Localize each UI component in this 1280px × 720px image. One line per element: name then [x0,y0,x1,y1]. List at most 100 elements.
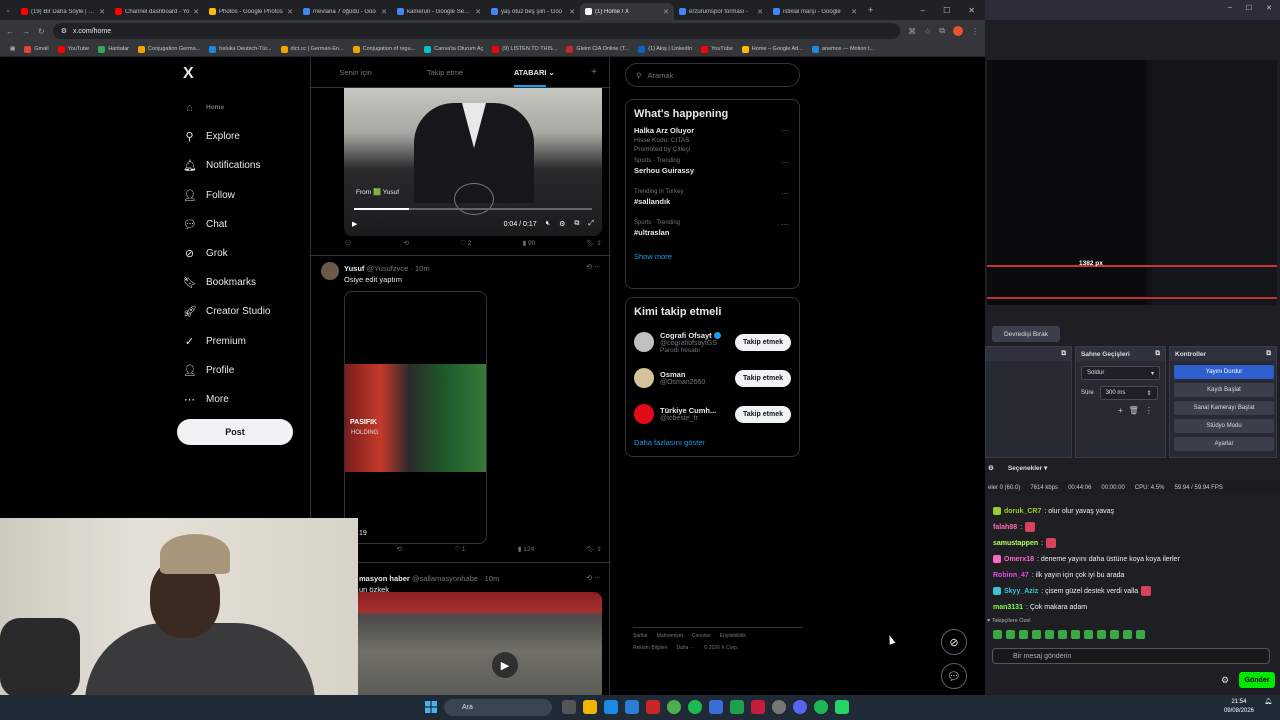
chrome-icon[interactable] [667,700,681,714]
mail-icon[interactable] [625,700,639,714]
chat-username[interactable]: samustappen [993,540,1038,547]
dock-menu-icon[interactable]: ⧉ [1061,350,1066,358]
post-button[interactable]: Post [177,419,293,445]
follow-suggestion[interactable]: Türkiye Cumh... @tcbeste_fr Takip etmek [634,396,791,432]
footer-link[interactable]: Şartlar [633,633,648,639]
chat-message[interactable]: Robinn_47: ilk yayın için çok iyi bu ara… [985,567,1275,583]
taskbar-search[interactable]: Ara [444,699,552,716]
app-icon[interactable] [709,700,723,714]
browser-tab[interactable]: mevlana 7 öğüdü - Goo ✕ [298,3,392,20]
file-explorer-icon[interactable] [583,700,597,714]
minimize-icon[interactable]: – [1228,4,1232,16]
messages-icon[interactable]: 💬︎ [941,663,967,689]
avatar[interactable] [634,404,654,424]
close-tab-icon[interactable]: ✕ [475,8,481,16]
discord-icon[interactable] [793,700,807,714]
nav-item-chat[interactable]: 💬︎ Chat [177,210,270,239]
search-input[interactable]: ⚲ Aramak [625,63,800,87]
reply-icon[interactable]: 💬︎ [344,239,352,247]
trend-item[interactable]: Sports · Trending Serhou Guirassy ⋯ [634,158,791,184]
chat-username[interactable]: Omerx18 [1004,556,1034,563]
apps-icon[interactable]: ▦ [10,46,15,52]
obs-preview[interactable]: 1382 px [987,60,1277,305]
obs-control-button[interactable]: Sanal Kamerayı Başlat [1174,401,1274,415]
trend-item[interactable]: Halka Arz Oluyor Hisse Kodu: CITAS Promote… [634,126,791,153]
nav-item-home[interactable]: ⌂ Home [177,93,270,122]
dock-menu-icon[interactable]: ⧉ [1266,350,1271,358]
trend-item[interactable]: Trending in Turkey #sallandık ⋯ [634,189,791,215]
notification-icon[interactable]: 🔔︎ [1264,698,1272,707]
emote[interactable] [1019,630,1028,639]
reload-icon[interactable]: ↻ [38,27,45,36]
close-tab-icon[interactable]: ✕ [663,8,669,16]
obs-control-button[interactable]: Stüdyo Modu [1174,419,1274,433]
obs-control-button[interactable]: Ayarlar [1174,437,1274,451]
extensions-icon[interactable]: ⧉ [939,26,945,36]
browser-tab[interactable]: erzurumspor forması - ✕ [674,3,768,20]
bookmark-icon[interactable]: 🔖︎ ⇪ [586,239,602,247]
tweet-author[interactable]: masyon haber @sallamasyonhabe · 10m [359,574,499,583]
follow-suggestion[interactable]: Osman @Osman2660 Takip etmek [634,360,791,396]
opera-icon[interactable] [646,700,660,714]
bookmark-item[interactable]: heluka Deutsch-Tür... [209,45,272,53]
nav-item-notifications[interactable]: 🔔︎ Notifications [177,151,270,180]
translate-icon[interactable]: ⌘ [908,27,916,36]
footer-link[interactable]: Reklam Bilgileri [633,645,667,651]
address-bar[interactable]: ⚙ x.com/home [52,23,901,39]
transition-select[interactable]: Soldur ▾ [1081,366,1160,380]
minimize-icon[interactable]: – [921,6,925,15]
like-button[interactable]: ♡ 1 [454,545,465,553]
chat-message[interactable]: Skyy_Aziz: çisem güzel destek verdi vall… [985,583,1275,599]
close-tab-icon[interactable]: ✕ [569,8,575,16]
tweet-media[interactable]: PASIFIK HOLDING [344,291,487,544]
obs-control-button[interactable]: Yayını Durdur [1174,365,1274,379]
maximize-icon[interactable]: ☐ [1246,4,1252,16]
bookmark-item[interactable]: anemos — Motion t... [811,45,874,53]
star-icon[interactable]: ☆ [924,27,931,36]
browser-tab[interactable]: Photos - Google Photos ✕ [204,3,298,20]
chat-input[interactable]: Bir mesaj gönderin [992,648,1270,664]
close-tab-icon[interactable]: ✕ [193,8,199,16]
chat-message[interactable]: falah88: [985,519,1275,535]
excel-icon[interactable] [730,700,744,714]
bookmark-item[interactable]: YouTube [701,45,733,53]
follow-button[interactable]: Takip etmek [735,405,791,423]
app-icon-2[interactable] [751,700,765,714]
bookmark-icon[interactable]: 🔖︎ ⇪ [586,545,602,553]
emote[interactable] [1084,630,1093,639]
emote[interactable] [1136,630,1145,639]
emote[interactable] [993,630,1002,639]
emote[interactable] [1006,630,1015,639]
bookmark-item[interactable]: dict.cc | German-En... [280,45,344,53]
menu-icon[interactable]: ⋮ [971,27,979,36]
follow-button[interactable]: Takip etmek [735,333,791,351]
send-button[interactable]: Gönder [1239,672,1275,688]
bookmark-item[interactable]: Home – Google Ad... [741,45,803,53]
tweet[interactable]: Yusuf @Yusufzvce · 10m ⟲ ⋯ Osiye edit ya… [311,255,609,553]
settings-icon[interactable]: ⚙ [559,220,565,228]
task-view-icon[interactable] [562,700,576,714]
add-icon[interactable]: + [1118,406,1123,415]
tab-search-icon[interactable]: ⌄ [0,6,16,14]
views-button[interactable]: ▮ 124 [518,545,534,553]
chat-username[interactable]: Robinn_47 [993,572,1029,579]
trend-item[interactable]: Sports · Trending #ultraslan ⋯ [634,220,791,246]
more-icon[interactable]: ⋯ [781,189,789,198]
chat-settings-icon[interactable]: ⚙ [1221,675,1229,686]
trash-icon[interactable]: 🗑︎ [1129,406,1139,415]
browser-tab[interactable]: istiklal marşı - Google ✕ [768,3,862,20]
windows-start-icon[interactable] [425,701,437,713]
emote[interactable] [1058,630,1067,639]
obs-icon[interactable] [772,700,786,714]
chat-username[interactable]: falah88 [993,524,1017,531]
spotify-icon-2[interactable] [814,700,828,714]
chat-message[interactable]: Omerx18: deneme yayını daha üstüne koya … [985,551,1275,567]
more-icon[interactable]: ⟲ ⋯ [586,263,601,271]
nav-item-premium[interactable]: ✓ Premium [177,327,270,356]
disable-button[interactable]: Devredişi Bırak [992,326,1060,342]
emote[interactable] [1032,630,1041,639]
avatar[interactable] [321,262,339,280]
bookmark-item[interactable]: Gmail [24,45,49,53]
close-tab-icon[interactable]: ✕ [381,8,387,16]
tab-for-you[interactable]: Senin için [311,68,400,77]
